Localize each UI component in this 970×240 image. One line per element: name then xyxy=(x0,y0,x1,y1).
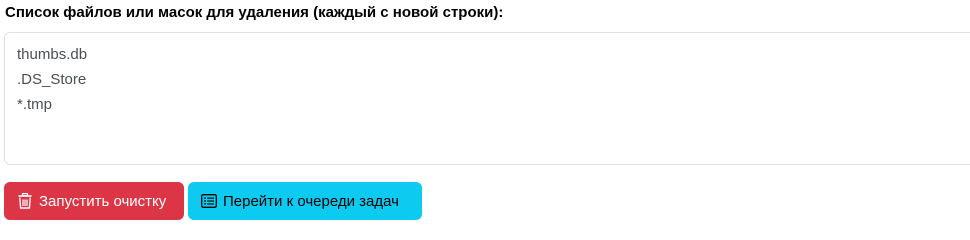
trash-icon xyxy=(17,193,33,209)
go-to-task-queue-label: Перейти к очереди задач xyxy=(223,192,399,210)
file-masks-textarea[interactable]: thumbs.db .DS_Store *.tmp xyxy=(4,32,970,165)
textarea-line: *.tmp xyxy=(17,96,53,113)
textarea-line: .DS_Store xyxy=(17,71,87,88)
textarea-line: thumbs.db xyxy=(17,46,88,63)
go-to-task-queue-button[interactable]: Перейти к очереди задач xyxy=(188,182,422,220)
start-cleanup-label: Запустить очистку xyxy=(39,192,167,210)
cleanup-form: Список файлов или масок для удаления (ка… xyxy=(0,0,970,220)
list-icon xyxy=(201,193,217,209)
file-masks-label: Список файлов или масок для удаления (ка… xyxy=(5,4,504,21)
start-cleanup-button[interactable]: Запустить очистку xyxy=(4,182,184,220)
